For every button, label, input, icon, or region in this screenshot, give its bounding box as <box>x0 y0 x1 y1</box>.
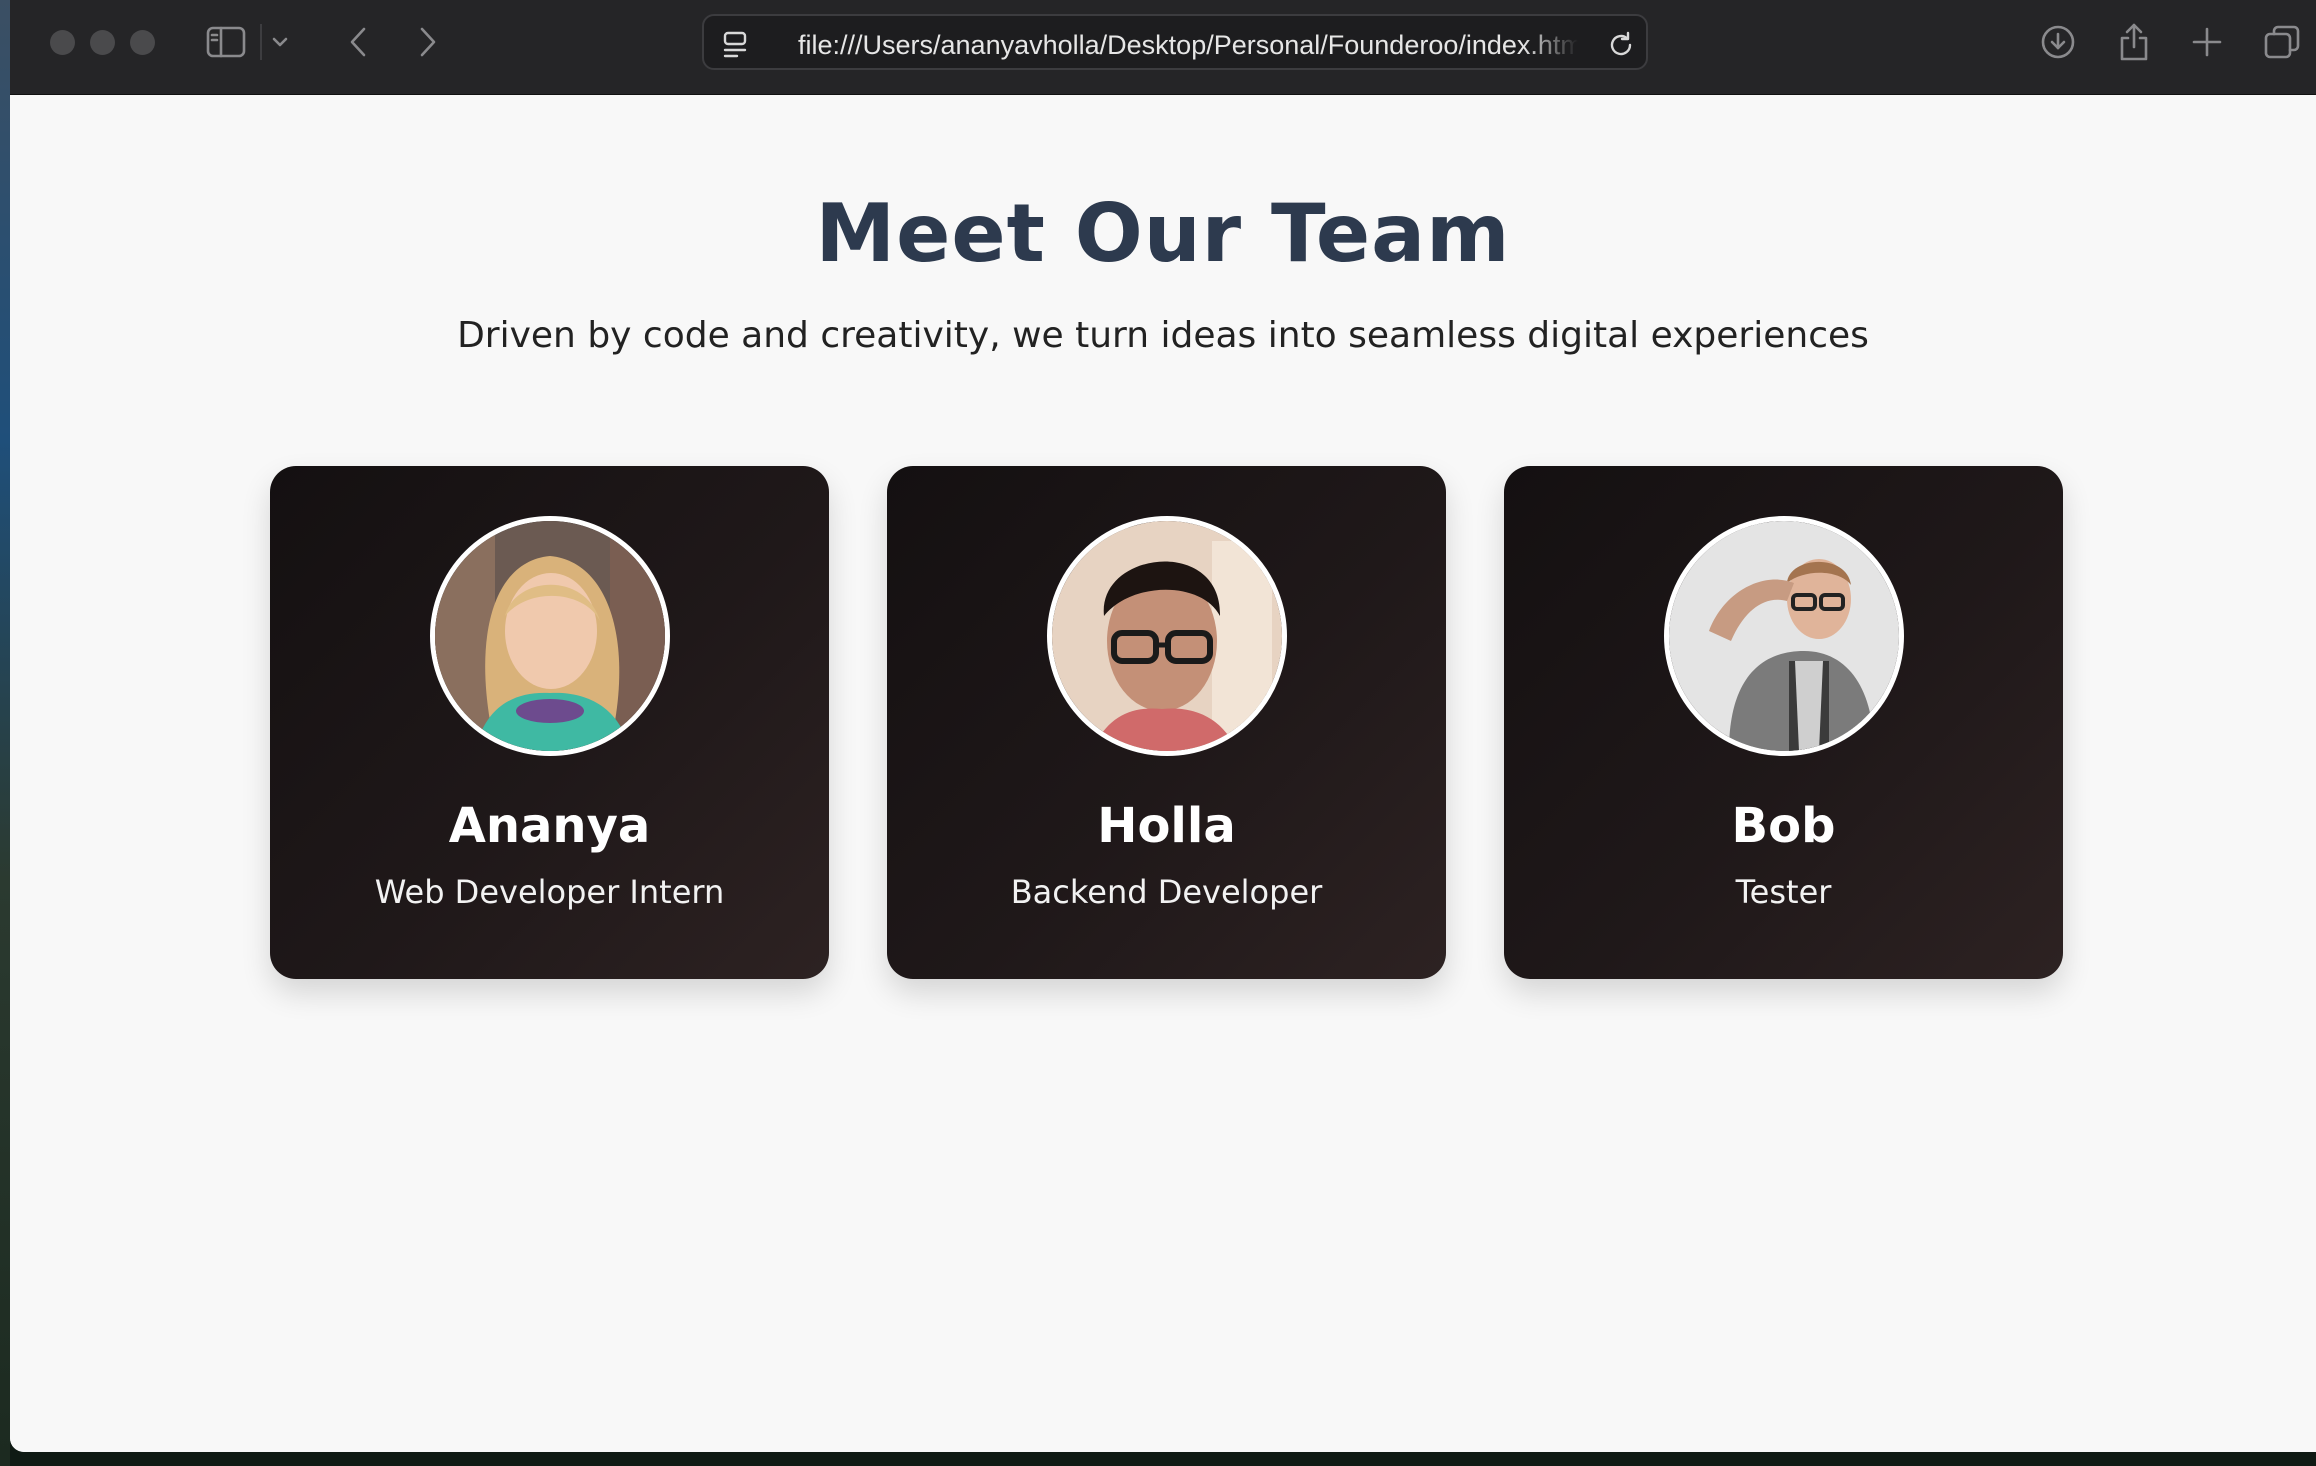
chevron-down-icon[interactable] <box>265 18 295 66</box>
member-name: Ananya <box>448 798 651 854</box>
team-card-ananya: Ananya Web Developer Intern <box>270 466 829 979</box>
page-menu-icon[interactable] <box>718 28 752 62</box>
page-subtitle: Driven by code and creativity, we turn i… <box>457 315 1869 356</box>
minimize-window-button[interactable] <box>90 30 115 55</box>
close-window-button[interactable] <box>50 30 75 55</box>
page-title: Meet Our Team <box>815 187 1511 280</box>
member-name: Holla <box>1097 798 1236 854</box>
download-icon[interactable] <box>2034 18 2082 66</box>
sidebar-icon[interactable] <box>202 18 250 66</box>
avatar <box>1664 516 1904 756</box>
forward-icon[interactable] <box>404 18 452 66</box>
toolbar-separator <box>260 24 262 60</box>
address-bar[interactable]: file:///Users/ananyavholla/Desktop/Perso… <box>702 14 1648 70</box>
reload-icon[interactable] <box>1604 28 1638 62</box>
tab-overview-icon[interactable] <box>2258 18 2306 66</box>
new-tab-icon[interactable] <box>2183 18 2231 66</box>
url-text[interactable]: file:///Users/ananyavholla/Desktop/Perso… <box>798 28 1578 62</box>
avatar <box>1047 516 1287 756</box>
member-role: Web Developer Intern <box>374 873 725 911</box>
member-role: Backend Developer <box>1010 873 1323 911</box>
browser-window: file:///Users/ananyavholla/Desktop/Perso… <box>10 0 2316 1452</box>
page-content: Meet Our Team Driven by code and creativ… <box>10 96 2316 1452</box>
team-card-holla: Holla Backend Developer <box>887 466 1446 979</box>
avatar <box>430 516 670 756</box>
member-role: Tester <box>1735 873 1832 911</box>
background-window-edge <box>0 0 10 1466</box>
member-name: Bob <box>1731 798 1836 854</box>
back-icon[interactable] <box>334 18 382 66</box>
zoom-window-button[interactable] <box>130 30 155 55</box>
browser-toolbar: file:///Users/ananyavholla/Desktop/Perso… <box>10 0 2316 95</box>
team-card-bob: Bob Tester <box>1504 466 2063 979</box>
share-icon[interactable] <box>2110 18 2158 66</box>
